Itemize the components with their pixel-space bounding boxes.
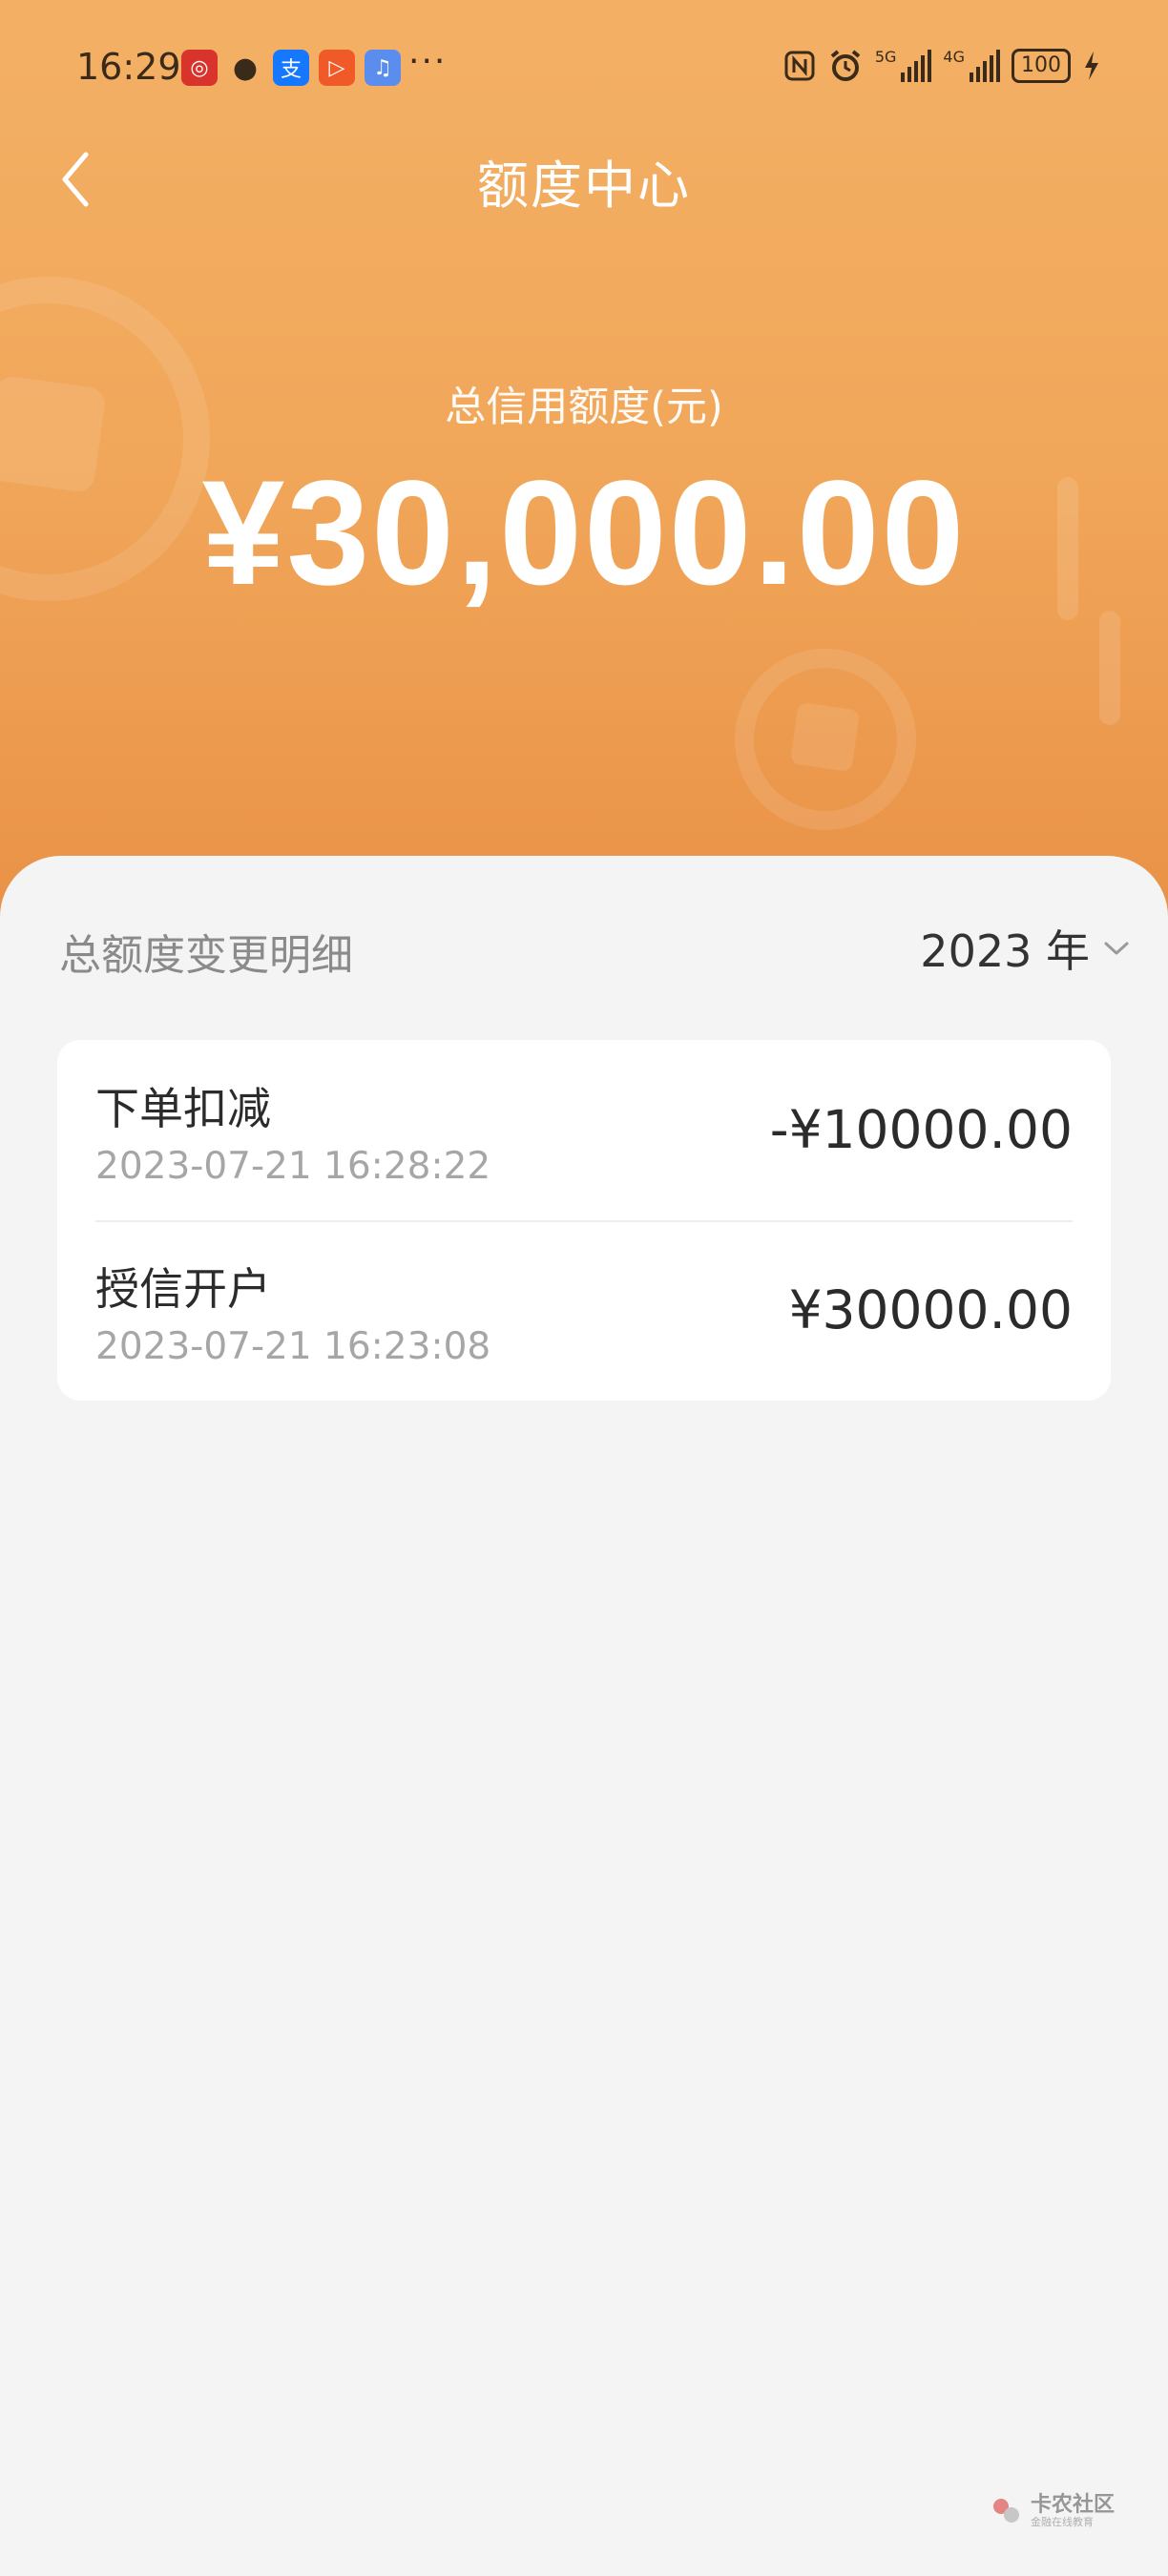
list-item[interactable]: 下单扣减 2023-07-21 16:28:22 -¥10000.00 [95, 1040, 1073, 1222]
record-title: 授信开户 [95, 1263, 271, 1315]
header-banner: 16:29 ◎ ● 支 ▷ ♫ ··· 5G 4G 100 额度中心 总信用额度… [0, 0, 1168, 916]
watermark-main: 卡农社区 [1030, 2492, 1115, 2517]
list-item[interactable]: 授信开户 2023-07-21 16:23:08 ¥30000.00 [95, 1220, 1073, 1401]
signal-5g-icon: 5G [875, 50, 932, 82]
watermark-text: 卡农社区 金融在线教育 [1030, 2492, 1115, 2528]
change-records-card: 下单扣减 2023-07-21 16:28:22 -¥10000.00 授信开户… [57, 1040, 1111, 1401]
decorative-bar [1099, 611, 1120, 725]
network-5g-label: 5G [874, 48, 897, 66]
year-selector[interactable]: 2023 年 [920, 917, 1130, 980]
system-indicators: 5G 4G 100 [783, 48, 1101, 84]
watermark-icon [992, 2498, 1019, 2523]
watermark-sub: 金融在线教育 [1030, 2515, 1094, 2528]
music-app-icon: ♫ [365, 50, 401, 86]
decorative-coin-square [789, 701, 861, 773]
page-title: 额度中心 [477, 156, 691, 216]
credit-limit-label: 总信用额度(元) [445, 384, 723, 431]
more-notifications-icon: ··· [408, 42, 448, 81]
alarm-icon [830, 50, 861, 81]
wechat-icon: ● [232, 51, 259, 85]
record-date: 2023-07-21 16:28:22 [95, 1145, 491, 1188]
year-selector-value: 2023 年 [920, 925, 1090, 977]
charging-icon [1085, 52, 1098, 80]
section-title: 总额度变更明细 [59, 931, 353, 980]
notification-icons: ◎ ● 支 ▷ ♫ [181, 50, 401, 86]
video-app-icon: ▷ [319, 50, 355, 86]
status-time: 16:29 [76, 46, 181, 88]
record-title: 下单扣减 [95, 1083, 271, 1134]
navigation-bar: 额度中心 [0, 134, 1168, 229]
watermark-logo: 卡农社区 金融在线教育 [991, 2492, 1115, 2528]
record-date: 2023-07-21 16:23:08 [95, 1325, 491, 1368]
signal-4g-icon: 4G [943, 50, 1000, 82]
record-amount: ¥30000.00 [788, 1279, 1073, 1340]
chevron-down-icon [1104, 942, 1129, 955]
nfc-icon [784, 51, 815, 81]
bank-app-icon: ◎ [181, 50, 218, 86]
status-bar: 16:29 ◎ ● 支 ▷ ♫ ··· 5G 4G 100 [0, 0, 1168, 134]
credit-limit-amount: ¥30,000.00 [201, 450, 967, 616]
record-amount: -¥10000.00 [769, 1099, 1073, 1160]
alipay-icon: 支 [273, 50, 309, 86]
battery-icon: 100 [1012, 49, 1071, 83]
network-4g-label: 4G [943, 48, 965, 66]
details-panel: 总额度变更明细 2023 年 下单扣减 2023-07-21 16:28:22 … [0, 856, 1168, 2576]
